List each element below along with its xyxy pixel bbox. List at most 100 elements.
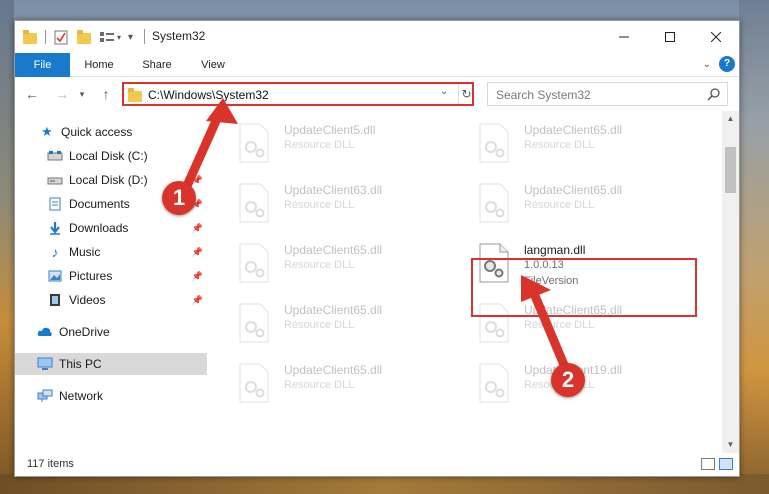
navigation-pane: ★ Quick access Local Disk (C:) Local Dis…: [15, 111, 207, 453]
properties-icon[interactable]: [54, 30, 68, 45]
file-tile[interactable]: UpdateClient65.dll Resource DLL: [208, 359, 438, 409]
ribbon-controls: ⌄ ?: [703, 56, 735, 72]
back-button[interactable]: ←: [23, 85, 41, 103]
new-folder-icon[interactable]: [77, 30, 91, 44]
arrow-left-icon: ←: [25, 86, 39, 102]
desktop-background-right: [739, 0, 769, 494]
file-name: UpdateClient65.dll: [284, 303, 383, 317]
dll-file-icon: [239, 363, 269, 403]
scrollbar-thumb[interactable]: [725, 147, 736, 193]
desktop-background-left: [0, 0, 14, 494]
nav-label: Quick access: [61, 125, 133, 139]
callout-badge-1: 1: [162, 181, 196, 215]
nav-item-videos[interactable]: Videos 📌: [15, 289, 207, 311]
nav-label: Videos: [69, 293, 106, 307]
close-icon: [711, 32, 721, 42]
view-options-icon[interactable]: [99, 31, 115, 44]
pin-icon[interactable]: 📌: [192, 295, 203, 306]
cloud-icon: [37, 325, 53, 339]
tab-file[interactable]: File: [15, 53, 70, 77]
chevron-down-icon[interactable]: ⌄: [440, 86, 448, 97]
chevron-down-icon[interactable]: ▾: [117, 33, 121, 42]
folder-icon: [23, 30, 37, 44]
view-switcher: [701, 458, 733, 470]
tab-home[interactable]: Home: [77, 53, 121, 77]
address-bar[interactable]: C:\Windows\System32 ⌄ ↻: [122, 82, 474, 106]
expand-ribbon-icon[interactable]: ⌄: [703, 59, 711, 70]
details-view-icon[interactable]: [701, 458, 715, 470]
pin-icon[interactable]: 📌: [192, 247, 203, 258]
recent-locations-button[interactable]: ▾: [73, 85, 91, 103]
nav-onedrive[interactable]: OneDrive: [15, 321, 207, 343]
help-icon[interactable]: ?: [719, 56, 735, 72]
refresh-icon[interactable]: ↻: [458, 84, 474, 104]
file-description: Resource DLL: [284, 199, 355, 211]
file-name: UpdateClient65.dll: [284, 243, 383, 257]
dll-file-icon: [239, 123, 269, 163]
pin-icon[interactable]: 📌: [192, 271, 203, 282]
network-icon: [37, 389, 53, 403]
file-description: Resource DLL: [284, 259, 355, 271]
highlight-box-langman: [471, 258, 697, 317]
file-description: Resource DLL: [524, 139, 595, 151]
nav-item-music[interactable]: ♪ Music 📌: [15, 241, 207, 263]
pin-icon[interactable]: 📌: [192, 223, 203, 234]
address-path[interactable]: C:\Windows\System32: [148, 88, 269, 102]
file-tile[interactable]: UpdateClient65.dll Resource DLL: [208, 239, 438, 289]
star-icon: ★: [41, 124, 53, 139]
nav-label: Music: [69, 245, 101, 259]
file-name: UpdateClient65.dll: [524, 183, 623, 197]
drive-icon: [47, 149, 63, 163]
file-list: UpdateClient5.dll Resource DLL UpdateCli…: [208, 111, 722, 453]
search-icon[interactable]: [707, 87, 721, 101]
nav-network[interactable]: Network: [15, 385, 207, 407]
file-description: Resource DLL: [524, 319, 595, 331]
close-button[interactable]: [693, 21, 739, 53]
up-button[interactable]: ↑: [97, 85, 115, 103]
file-description: Resource DLL: [524, 199, 595, 211]
navigation-bar: ← → ▾ ↑ C:\Windows\System32 ⌄ ↻ Search S…: [15, 78, 739, 110]
nav-item-pictures[interactable]: Pictures 📌: [15, 265, 207, 287]
file-name: UpdateClient65.dll: [524, 123, 623, 137]
nav-label: This PC: [59, 357, 102, 371]
nav-item-downloads[interactable]: Downloads 📌: [15, 217, 207, 239]
minimize-icon: [619, 36, 629, 38]
dll-file-icon: [239, 183, 269, 223]
nav-label: OneDrive: [59, 325, 110, 339]
scroll-down-icon[interactable]: ▼: [722, 437, 739, 453]
search-input[interactable]: Search System32: [487, 82, 728, 106]
file-tile[interactable]: UpdateClient65.dll Resource DLL: [208, 299, 438, 349]
vertical-scrollbar[interactable]: ▲ ▼: [722, 111, 739, 453]
nav-quick-access[interactable]: ★ Quick access: [15, 121, 207, 143]
explorer-window: ▾ ▾ System32 File Home Share View ⌄ ? ← …: [14, 20, 740, 477]
file-name: langman.dll: [524, 243, 586, 257]
title-bar: ▾ ▾ System32: [15, 21, 739, 53]
documents-icon: [47, 197, 63, 211]
file-tile[interactable]: UpdateClient65.dll Resource DLL: [448, 119, 678, 169]
callout-badge-2: 2: [551, 363, 585, 397]
dll-file-icon: [479, 123, 509, 163]
desktop-background-bottom: [0, 474, 769, 494]
file-name: UpdateClient5.dll: [284, 123, 376, 137]
nav-item-local-disk-c[interactable]: Local Disk (C:): [15, 145, 207, 167]
computer-icon: [37, 357, 53, 371]
file-tile[interactable]: UpdateClient63.dll Resource DLL: [208, 179, 438, 229]
forward-button[interactable]: →: [53, 85, 71, 103]
quick-access-toolbar: ▾ ▾: [23, 28, 133, 46]
tab-view[interactable]: View: [191, 53, 235, 77]
scroll-up-icon[interactable]: ▲: [722, 111, 739, 127]
pin-icon[interactable]: 📌: [192, 175, 203, 186]
nav-label: Local Disk (D:): [69, 173, 148, 187]
tiles-view-icon[interactable]: [719, 458, 733, 470]
nav-label: Network: [59, 389, 104, 403]
nav-label: Pictures: [69, 269, 113, 283]
file-tile[interactable]: UpdateClient5.dll Resource DLL: [208, 119, 438, 169]
nav-this-pc[interactable]: This PC: [15, 353, 207, 375]
file-name: UpdateClient63.dll: [284, 183, 383, 197]
toolbar-divider: [45, 30, 46, 44]
file-tile[interactable]: UpdateClient65.dll Resource DLL: [448, 179, 678, 229]
maximize-button[interactable]: [647, 21, 693, 53]
tab-share[interactable]: Share: [135, 53, 179, 77]
customize-toolbar-icon[interactable]: ▾: [128, 32, 133, 43]
minimize-button[interactable]: [601, 21, 647, 53]
